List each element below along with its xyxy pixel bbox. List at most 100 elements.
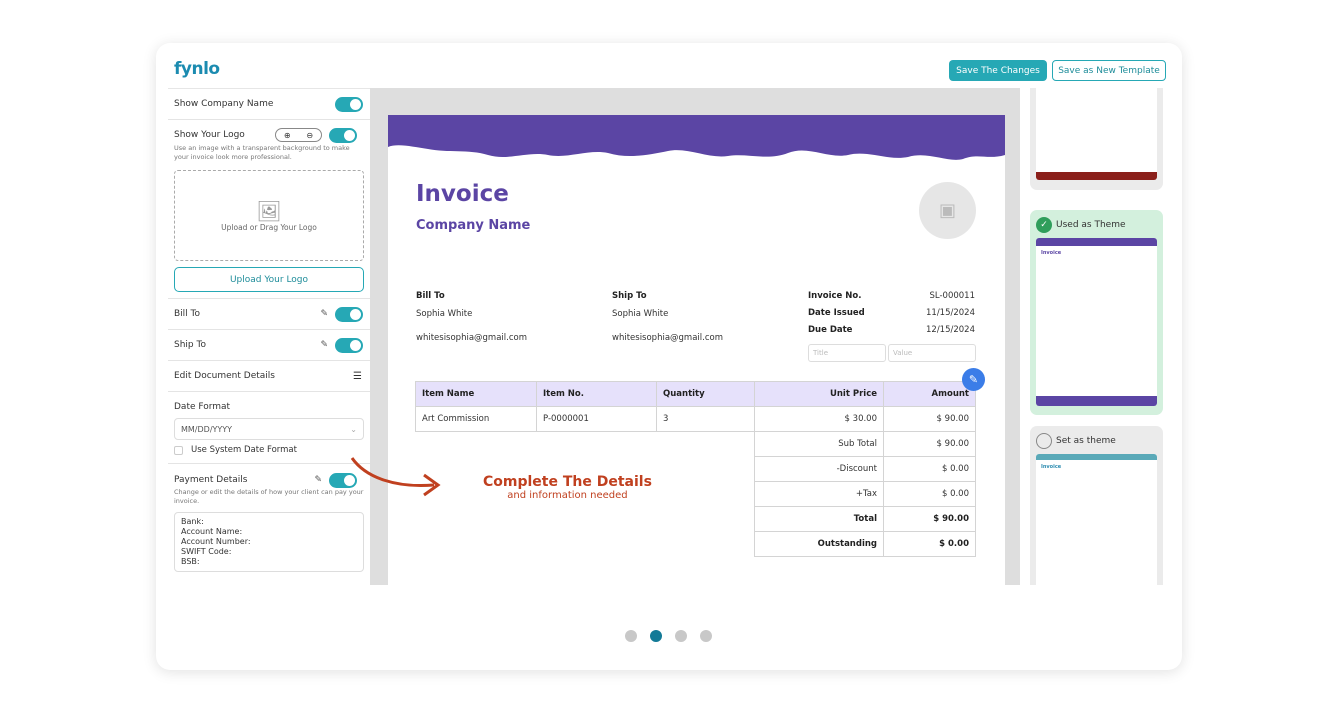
value[interactable]: $ 0.00 xyxy=(883,456,976,482)
checklist-icon: ☰ xyxy=(353,370,362,382)
thumb-title: Invoice xyxy=(1041,464,1062,470)
system-date-checkbox[interactable] xyxy=(174,445,183,455)
bill-to-label: Bill To xyxy=(416,291,445,301)
edit-pen-icon[interactable]: ✎ xyxy=(320,340,328,350)
date-issued-label: Date Issued xyxy=(808,308,865,318)
ship-to-row: Ship To ✎ xyxy=(168,330,370,361)
value: $ 90.00 xyxy=(883,506,976,532)
invoice-no-value[interactable]: SL-000011 xyxy=(930,291,976,301)
bill-to-row: Bill To ✎ xyxy=(168,299,370,330)
label: Payment Details xyxy=(174,475,248,485)
logo-dropzone[interactable]: 🖼 Upload or Drag Your Logo xyxy=(174,170,364,261)
callout: Complete The Details and information nee… xyxy=(483,474,652,501)
total-row: Total $ 90.00 xyxy=(416,506,976,532)
company-name[interactable]: Company Name xyxy=(416,218,530,233)
value: $ 0.00 xyxy=(883,531,976,557)
theme-thumbnail xyxy=(1036,88,1157,180)
page-dot-1[interactable] xyxy=(625,630,637,642)
theme-panel: ✓ Used as Theme Invoice Set as theme Inv… xyxy=(1020,88,1182,585)
theme-thumbnail: Invoice xyxy=(1036,238,1157,406)
col-item-no: Item No. xyxy=(536,381,657,407)
invoice-page: Invoice Company Name ▣ Bill To Sophia Wh… xyxy=(388,115,1005,585)
theme-card-purple[interactable]: ✓ Used as Theme Invoice xyxy=(1030,210,1163,415)
used-theme-label: Used as Theme xyxy=(1056,220,1126,230)
value: $ 90.00 xyxy=(883,431,976,457)
header-wave-decoration xyxy=(388,115,1005,160)
value[interactable]: $ 0.00 xyxy=(883,481,976,507)
label: Show Company Name xyxy=(174,99,274,109)
custom-title-input[interactable]: Title xyxy=(808,344,886,362)
invoice-preview-canvas: Invoice Company Name ▣ Bill To Sophia Wh… xyxy=(370,88,1020,585)
cell[interactable]: $ 90.00 xyxy=(883,406,976,432)
dropzone-label: Upload or Drag Your Logo xyxy=(221,223,317,232)
due-date-label: Due Date xyxy=(808,325,853,335)
payment-details-textarea[interactable]: Bank: Account Name: Account Number: SWIF… xyxy=(174,512,364,572)
zoom-out-icon[interactable]: ⊖ xyxy=(306,131,313,140)
custom-value-input[interactable]: Value xyxy=(888,344,976,362)
save-as-new-template-button[interactable]: Save as New Template xyxy=(1052,60,1166,81)
edit-pen-icon[interactable]: ✎ xyxy=(314,475,322,485)
callout-subtitle: and information needed xyxy=(507,490,628,501)
bill-to-email[interactable]: whitesisophia@gmail.com xyxy=(416,333,527,343)
label[interactable]: -Discount xyxy=(754,456,884,482)
page-dot-4[interactable] xyxy=(700,630,712,642)
upload-logo-button[interactable]: Upload Your Logo xyxy=(174,267,364,292)
bill-to-name[interactable]: Sophia White xyxy=(416,309,472,319)
date-format-section: Date Format MM/DD/YYYY ⌄ Use System Date … xyxy=(168,392,370,464)
settings-sidebar: Show Company Name Show Your Logo ⊕ ⊖ Use … xyxy=(168,88,370,585)
line: Account Name: xyxy=(181,527,243,536)
line: Bank: xyxy=(181,517,204,526)
table-row[interactable]: Art Commission P-0000001 3 $ 30.00 $ 90.… xyxy=(415,406,976,432)
date-format-select[interactable]: MM/DD/YYYY ⌄ xyxy=(174,418,364,440)
show-company-name-toggle[interactable] xyxy=(335,96,363,112)
logo-placeholder-icon[interactable]: ▣ xyxy=(919,182,976,239)
due-date-value[interactable]: 12/15/2024 xyxy=(926,325,975,335)
payment-details-section: Payment Details ✎ Change or edit the det… xyxy=(168,464,370,572)
check-circle-icon: ✓ xyxy=(1036,217,1052,233)
edit-document-details-row[interactable]: Edit Document Details ☰ xyxy=(168,361,370,392)
bill-to-toggle[interactable] xyxy=(335,306,363,322)
save-changes-button[interactable]: Save The Changes xyxy=(949,60,1047,81)
cell[interactable]: $ 30.00 xyxy=(754,406,884,432)
app-window: fynlo Save The Changes Save as New Templ… xyxy=(156,43,1182,670)
show-logo-toggle[interactable] xyxy=(329,127,357,143)
col-amount: Amount xyxy=(883,381,976,407)
ship-to-toggle[interactable] xyxy=(335,337,363,353)
edit-pen-icon[interactable]: ✎ xyxy=(320,309,328,319)
ship-to-label: Ship To xyxy=(612,291,647,301)
zoom-in-icon[interactable]: ⊕ xyxy=(284,131,291,140)
col-unit-price: Unit Price xyxy=(754,381,884,407)
label: Show Your Logo xyxy=(174,130,245,140)
show-logo-section: Show Your Logo ⊕ ⊖ Use an image with a tr… xyxy=(168,120,370,299)
edit-table-button[interactable]: ✎ xyxy=(962,368,985,391)
theme-card-teal[interactable]: Set as theme Invoice xyxy=(1030,426,1163,585)
payment-hint: Change or edit the details of how your c… xyxy=(174,488,364,505)
cell[interactable]: 3 xyxy=(656,406,755,432)
theme-card-red[interactable] xyxy=(1030,88,1163,190)
radio-circle-icon[interactable] xyxy=(1036,433,1052,449)
arrow-decoration xyxy=(350,457,441,497)
callout-title: Complete The Details xyxy=(483,474,652,490)
selected-value: MM/DD/YYYY xyxy=(181,424,233,434)
label: Bill To xyxy=(174,309,201,319)
ship-to-name[interactable]: Sophia White xyxy=(612,309,668,319)
page-dot-3[interactable] xyxy=(675,630,687,642)
cell[interactable]: P-0000001 xyxy=(536,406,657,432)
col-item-name: Item Name xyxy=(415,381,537,407)
label[interactable]: +Tax xyxy=(754,481,884,507)
label: Sub Total xyxy=(754,431,884,457)
line: SWIFT Code: xyxy=(181,547,232,556)
line: Account Number: xyxy=(181,537,251,546)
line-items-table: Item Name Item No. Quantity Unit Price A… xyxy=(415,381,976,557)
invoice-no-label: Invoice No. xyxy=(808,291,862,301)
logo-hint: Use an image with a transparent backgrou… xyxy=(174,144,350,161)
ship-to-email[interactable]: whitesisophia@gmail.com xyxy=(612,333,723,343)
date-issued-value[interactable]: 11/15/2024 xyxy=(926,308,975,318)
line: BSB: xyxy=(181,557,200,566)
cell[interactable]: Art Commission xyxy=(415,406,537,432)
fynlo-logo: fynlo xyxy=(174,59,220,79)
image-upload-icon: 🖼 xyxy=(256,199,282,223)
thumb-title: Invoice xyxy=(1041,250,1062,256)
page-dot-2[interactable] xyxy=(650,630,662,642)
label: Date Format xyxy=(174,402,231,412)
